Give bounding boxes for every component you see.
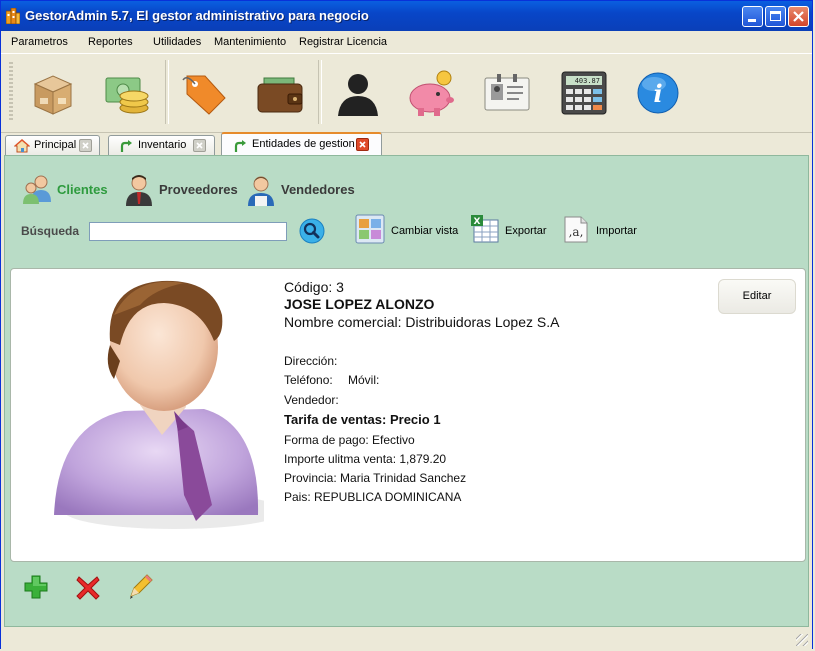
toolbar-separator: [318, 60, 322, 124]
maximize-button[interactable]: [765, 6, 786, 27]
menu-utilidades[interactable]: Utilidades: [153, 36, 201, 48]
svg-text:i: i: [653, 79, 662, 108]
arrow-icon: [234, 140, 246, 152]
close-icon: [793, 11, 804, 22]
close-button[interactable]: [788, 6, 809, 27]
status-bar: [1, 629, 812, 649]
client-code: Código: 3: [284, 279, 344, 295]
category-vendedores[interactable]: Vendedores: [245, 174, 355, 206]
client-province: Provincia: Maria Trinidad Sanchez: [284, 471, 467, 485]
import-label: Importar: [596, 225, 637, 237]
toolbar-grip[interactable]: [9, 62, 13, 122]
main-toolbar: 403.87 i: [1, 53, 812, 133]
spreadsheet-export-icon: X: [471, 215, 499, 243]
edit-pencil-icon[interactable]: [127, 574, 153, 600]
person-silhouette-icon[interactable]: [332, 68, 384, 118]
client-mobile: Móvil:: [348, 373, 380, 387]
window-title: GestorAdmin 5.7, El gestor administrativ…: [25, 8, 369, 23]
svg-text:X: X: [474, 217, 481, 227]
client-country: Pais: REPUBLICA DOMINICANA: [284, 490, 462, 504]
client-phone: Teléfono:: [284, 373, 333, 387]
info-icon[interactable]: i: [632, 68, 684, 118]
client-address: Dirección:: [284, 354, 338, 368]
client-name: JOSE LOPEZ ALONZO: [284, 296, 435, 312]
client-trade-name: Nombre comercial: Distribuidoras Lopez S…: [284, 314, 560, 330]
add-icon[interactable]: [23, 574, 49, 600]
app-icon: [6, 8, 20, 24]
search-button[interactable]: [299, 218, 325, 244]
close-tab-icon[interactable]: [193, 139, 206, 152]
calculator-icon[interactable]: 403.87: [558, 68, 610, 118]
menu-parametros[interactable]: Parametros: [11, 36, 68, 48]
seller-icon: [248, 176, 274, 206]
import-button[interactable]: ,a, Importar: [561, 214, 641, 246]
client-record-card: Código: 3 JOSE LOPEZ ALONZO Nombre comer…: [10, 268, 806, 562]
money-icon[interactable]: [102, 68, 154, 118]
category-label: Vendedores: [281, 182, 355, 197]
contact-card-icon[interactable]: [481, 68, 533, 118]
delete-icon[interactable]: [75, 574, 101, 600]
menu-registrar-licencia[interactable]: Registrar Licencia: [299, 36, 387, 48]
menu-reportes[interactable]: Reportes: [88, 36, 133, 48]
client-seller: Vendedor:: [284, 393, 339, 407]
svg-text:,a,: ,a,: [569, 225, 584, 239]
close-tab-icon[interactable]: [79, 139, 92, 152]
search-label: Búsqueda: [21, 224, 80, 238]
arrow-icon: [120, 140, 132, 152]
category-clientes[interactable]: Clientes: [21, 174, 111, 204]
category-label: Clientes: [57, 182, 108, 197]
import-icon: ,a,: [564, 216, 588, 243]
edit-button[interactable]: Editar: [718, 279, 796, 314]
price-tag-icon[interactable]: [179, 68, 231, 118]
box-icon[interactable]: [27, 68, 79, 118]
piggy-bank-icon[interactable]: [406, 68, 458, 118]
menu-bar: Parametros Reportes Utilidades Mantenimi…: [1, 31, 812, 53]
tab-label: Principal: [34, 139, 77, 151]
entities-panel: Clientes Proveedores Vendedores Búsqueda: [4, 155, 809, 627]
tab-label: Inventario: [138, 139, 187, 151]
tab-inventario[interactable]: Inventario: [108, 135, 215, 155]
calculator-display: 403.87: [575, 77, 600, 85]
change-view-button[interactable]: Cambiar vista: [355, 214, 465, 246]
tab-label: Entidades de gestion: [252, 138, 355, 150]
tab-principal[interactable]: Principal: [5, 135, 100, 155]
export-label: Exportar: [505, 225, 547, 237]
category-proveedores[interactable]: Proveedores: [123, 174, 239, 206]
grid-view-icon: [355, 214, 385, 244]
search-input[interactable]: [89, 222, 287, 241]
close-tab-icon[interactable]: [356, 138, 369, 151]
title-bar[interactable]: GestorAdmin 5.7, El gestor administrativ…: [1, 1, 812, 31]
minimize-button[interactable]: [742, 6, 763, 27]
clients-icon: [23, 175, 51, 204]
menu-mantenimiento[interactable]: Mantenimiento: [214, 36, 286, 48]
supplier-icon: [126, 175, 152, 206]
client-payment: Forma de pago: Efectivo: [284, 433, 415, 447]
app-window: GestorAdmin 5.7, El gestor administrativ…: [0, 0, 813, 649]
wallet-icon[interactable]: [254, 68, 306, 118]
client-rate: Tarifa de ventas: Precio 1: [284, 412, 441, 427]
change-view-label: Cambiar vista: [391, 225, 459, 237]
tab-entidades-de-gestion[interactable]: Entidades de gestion: [221, 132, 382, 156]
category-label: Proveedores: [159, 182, 238, 197]
home-icon: [14, 139, 30, 153]
client-avatar: [54, 280, 264, 529]
tab-strip: Principal Inventario Entidades de gestio…: [1, 131, 812, 156]
client-last-sale: Importe ulitma venta: 1,879.20: [284, 452, 447, 466]
toolbar-separator: [165, 60, 169, 124]
resize-grip[interactable]: [796, 634, 808, 646]
export-button[interactable]: X Exportar: [470, 214, 550, 246]
